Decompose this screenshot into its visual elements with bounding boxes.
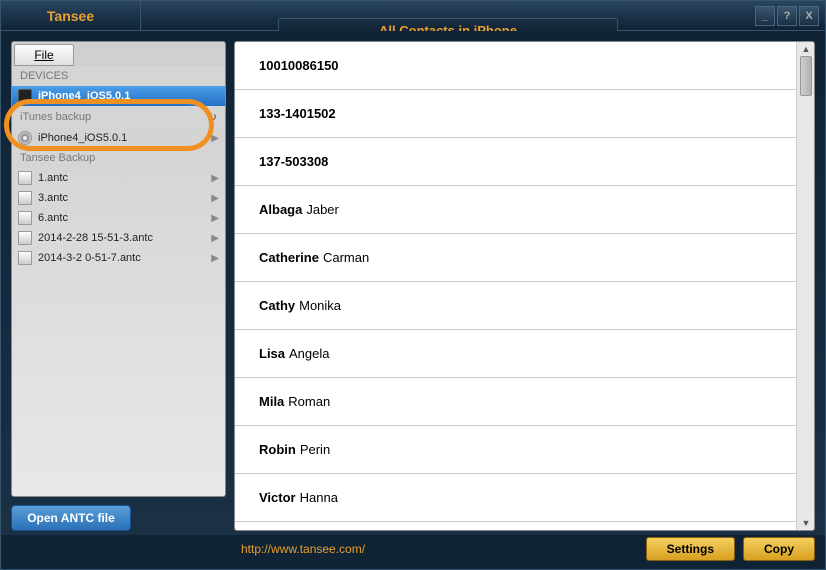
disc-icon <box>18 131 32 145</box>
copy-button[interactable]: Copy <box>743 537 815 561</box>
contact-last: Perin <box>300 442 330 457</box>
phone-icon <box>18 89 32 103</box>
section-itunes: iTunes backup ↻ <box>12 106 225 128</box>
app-name: Tansee <box>1 1 141 30</box>
contact-first: Catherine <box>259 250 319 265</box>
file-icon <box>18 231 32 245</box>
backup-label: 2014-2-28 15-51-3.antc <box>38 232 153 244</box>
chevron-right-icon: ▶ <box>211 193 219 204</box>
contacts-panel: 10010086150 133-1401502 137-503308 Albag… <box>234 41 815 531</box>
contact-first: 137-503308 <box>259 154 328 169</box>
itunes-backup-item[interactable]: iPhone4_iOS5.0.1 ▶ <box>12 128 225 148</box>
device-item-iphone[interactable]: iPhone4_iOS5.0.1 <box>12 86 225 106</box>
contact-last: Angela <box>289 346 329 361</box>
help-button[interactable]: ? <box>777 6 797 26</box>
section-devices: DEVICES <box>12 66 225 86</box>
contact-row[interactable]: Catherine Carman <box>235 234 796 282</box>
contact-first: Mila <box>259 394 284 409</box>
chevron-right-icon: ▶ <box>211 233 219 244</box>
contact-first: Robin <box>259 442 296 457</box>
device-label: iPhone4_iOS5.0.1 <box>38 132 127 144</box>
contact-row[interactable]: 133-1401502 <box>235 90 796 138</box>
backup-label: 2014-3-2 0-51-7.antc <box>38 252 141 264</box>
contact-first: Cathy <box>259 298 295 313</box>
backup-item[interactable]: 2014-3-2 0-51-7.antc ▶ <box>12 248 225 268</box>
scroll-thumb[interactable] <box>800 56 812 96</box>
contact-last: Monika <box>299 298 341 313</box>
window-controls: _ ? X <box>755 6 825 26</box>
app-window: Tansee All Contacts in iPhone _ ? X File… <box>0 0 826 570</box>
file-icon <box>18 191 32 205</box>
contact-row[interactable]: Victor Hanna <box>235 474 796 522</box>
backup-item[interactable]: 1.antc ▶ <box>12 168 225 188</box>
contact-row[interactable]: Cathy Monika <box>235 282 796 330</box>
backup-item[interactable]: 3.antc ▶ <box>12 188 225 208</box>
sidebar-panel: File DEVICES iPhone4_iOS5.0.1 iTunes bac… <box>11 41 226 497</box>
main-panel: 10010086150 133-1401502 137-503308 Albag… <box>234 41 815 531</box>
section-itunes-label: iTunes backup <box>20 111 91 123</box>
contact-first: Albaga <box>259 202 302 217</box>
titlebar: Tansee All Contacts in iPhone _ ? X <box>1 1 825 31</box>
scroll-up-icon[interactable]: ▲ <box>797 42 815 56</box>
contact-last: Jaber <box>306 202 339 217</box>
section-tansee: Tansee Backup <box>12 148 225 168</box>
contact-row[interactable]: 10010086150 <box>235 42 796 90</box>
contact-row[interactable]: Albaga Jaber <box>235 186 796 234</box>
footer: http://www.tansee.com/ Settings Copy <box>1 535 825 569</box>
contact-first: 133-1401502 <box>259 106 336 121</box>
chevron-right-icon: ▶ <box>211 173 219 184</box>
file-menu[interactable]: File <box>14 44 74 66</box>
sidebar: File DEVICES iPhone4_iOS5.0.1 iTunes bac… <box>11 41 226 531</box>
contact-row[interactable]: 137-503308 <box>235 138 796 186</box>
chevron-right-icon: ▶ <box>211 213 219 224</box>
open-antc-button[interactable]: Open ANTC file <box>11 505 131 531</box>
contact-row[interactable]: Lisa Angela <box>235 330 796 378</box>
contact-last: Roman <box>288 394 330 409</box>
contact-first: Victor <box>259 490 296 505</box>
backup-item[interactable]: 6.antc ▶ <box>12 208 225 228</box>
refresh-icon[interactable]: ↻ <box>207 110 217 124</box>
device-label: iPhone4_iOS5.0.1 <box>38 90 130 102</box>
contacts-list[interactable]: 10010086150 133-1401502 137-503308 Albag… <box>235 42 796 530</box>
file-icon <box>18 211 32 225</box>
scroll-down-icon[interactable]: ▼ <box>797 516 815 530</box>
backup-label: 3.antc <box>38 192 68 204</box>
website-link[interactable]: http://www.tansee.com/ <box>241 542 365 556</box>
device-list: iPhone4_iOS5.0.1 iTunes backup ↻ iPhone4… <box>12 86 225 496</box>
settings-button[interactable]: Settings <box>646 537 735 561</box>
chevron-right-icon: ▶ <box>211 133 219 144</box>
close-button[interactable]: X <box>799 6 819 26</box>
body-area: File DEVICES iPhone4_iOS5.0.1 iTunes bac… <box>1 31 825 535</box>
contact-last: Carman <box>323 250 369 265</box>
contact-row[interactable]: Robin Perin <box>235 426 796 474</box>
scrollbar[interactable]: ▲ ▼ <box>796 42 814 530</box>
file-icon <box>18 251 32 265</box>
contact-last: Hanna <box>300 490 338 505</box>
backup-item[interactable]: 2014-2-28 15-51-3.antc ▶ <box>12 228 225 248</box>
backup-label: 1.antc <box>38 172 68 184</box>
contact-row[interactable]: Mila Roman <box>235 378 796 426</box>
contact-first: 10010086150 <box>259 58 339 73</box>
minimize-button[interactable]: _ <box>755 6 775 26</box>
backup-label: 6.antc <box>38 212 68 224</box>
contact-first: Lisa <box>259 346 285 361</box>
file-icon <box>18 171 32 185</box>
chevron-right-icon: ▶ <box>211 253 219 264</box>
